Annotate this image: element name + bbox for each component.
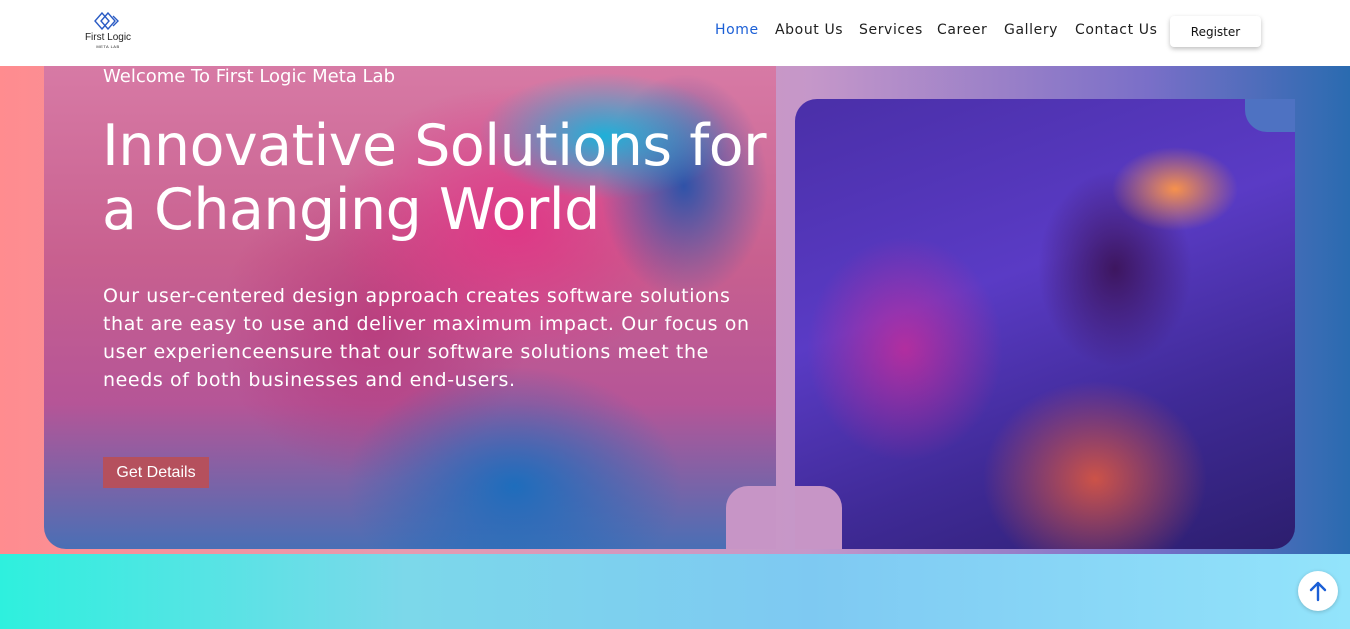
brand-name: First Logic	[84, 32, 132, 43]
register-button[interactable]: Register	[1170, 16, 1261, 47]
panel-notch	[726, 486, 776, 549]
nav-home[interactable]: Home	[715, 22, 759, 38]
hero-welcome: Welcome To First Logic Meta Lab	[103, 66, 395, 87]
panel-corner-cut	[1245, 99, 1295, 132]
nav-career[interactable]: Career	[937, 22, 987, 38]
brand-tagline: META LAB	[96, 44, 120, 49]
get-details-button[interactable]: Get Details	[103, 457, 209, 488]
hero-section: Welcome To First Logic Meta Lab Innovati…	[0, 66, 1350, 554]
panel-corner-cut	[795, 486, 842, 549]
brand-logo[interactable]: First Logic META LAB	[78, 10, 138, 52]
nav-about-us[interactable]: About Us	[775, 22, 843, 38]
diamond-logo-icon	[94, 12, 119, 30]
nav-gallery[interactable]: Gallery	[1004, 22, 1058, 38]
scroll-to-top-button[interactable]	[1298, 571, 1338, 611]
site-header: First Logic META LAB Home About Us Servi…	[0, 0, 1350, 66]
nav-contact-us[interactable]: Contact Us	[1075, 22, 1157, 38]
hero-image-right	[795, 99, 1295, 549]
hero-description: Our user-centered design approach create…	[103, 285, 750, 391]
hero-headline: Innovative Solutions for a Changing Worl…	[102, 113, 767, 243]
arrow-up-icon	[1309, 581, 1327, 602]
next-section-band	[0, 554, 1350, 629]
nav-services[interactable]: Services	[859, 22, 923, 38]
